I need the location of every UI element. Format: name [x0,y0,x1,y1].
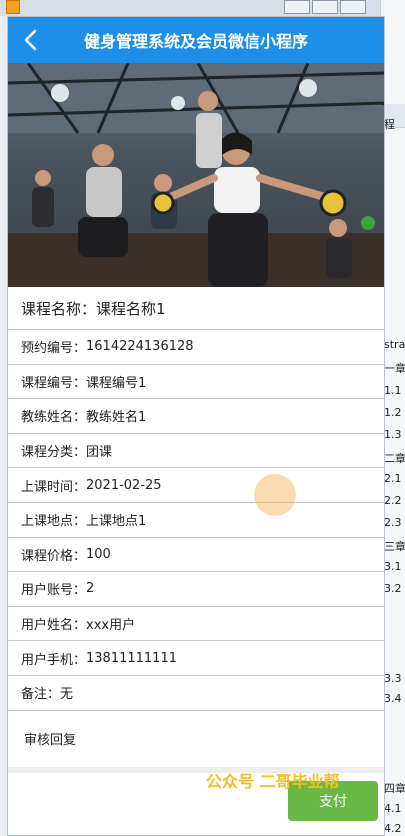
navigation-bar: 健身管理系统及会员微信小程序 [8,17,384,63]
booking-detail-list: 课程名称： 课程名称1 预约编号： 1614224136128 课程编号： 课程… [8,287,384,767]
mini-program-screen: 健身管理系统及会员微信小程序 课程名称： 课程名称1 预约编号： 1614224… [7,16,385,836]
maximize-button[interactable] [312,0,338,14]
close-window-button[interactable] [340,0,366,14]
detail-label: 上课时间： [21,479,87,495]
detail-value: 课程编号1 [86,375,147,391]
detail-row-booking-number: 预约编号： 1614224136128 [8,330,384,365]
detail-label: 教练姓名： [21,410,87,426]
minimize-button[interactable] [284,0,310,14]
detail-label: 课程价格： [21,548,87,564]
desktop-title-strip [0,0,405,16]
gym-photo-illustration [8,63,384,287]
detail-row-class-time: 上课时间： 2021-02-25 [8,468,384,503]
page-title: 健身管理系统及会员微信小程序 [83,32,308,51]
review-reply-label: 审核回复 [24,733,77,749]
detail-label: 上课地点： [21,514,87,530]
review-reply-section: 审核回复 [8,711,384,767]
app-icon [6,0,20,14]
background-text: 四章 [384,782,405,795]
course-name-value: 课程名称1 [96,299,166,318]
detail-label: 用户手机： [21,652,87,668]
touch-indicator [254,474,296,516]
background-text: 二章 [384,452,405,465]
background-text: 3.4 [384,692,402,705]
back-arrow-icon[interactable] [20,27,42,53]
detail-row-user-account: 用户账号： 2 [8,572,384,607]
background-text: 1.3 [384,428,402,441]
background-text: 2.2 [384,494,402,507]
detail-row-course-price: 课程价格： 100 [8,538,384,573]
background-text: 2.1 [384,472,402,485]
detail-label: 备注： [21,687,61,703]
background-text: 4.1 [384,802,402,815]
detail-value: 上课地点1 [86,514,147,530]
background-text: 3.3 [384,672,402,685]
background-text: 4.2 [384,822,402,835]
detail-label: 课程分类： [21,445,87,461]
background-text: 一章 [384,362,405,375]
background-text: 2.3 [384,516,402,529]
background-text: 3.2 [384,582,402,595]
detail-row-remarks: 备注： 无 [8,676,384,711]
background-text: 3.1 [384,560,402,573]
detail-value: 2 [86,581,95,597]
detail-row-coach-name: 教练姓名： 教练姓名1 [8,399,384,434]
detail-row-course-number: 课程编号： 课程编号1 [8,365,384,400]
detail-value: xxx用户 [86,618,136,634]
detail-label: 用户姓名： [21,618,87,634]
detail-row-user-name: 用户姓名： xxx用户 [8,607,384,642]
detail-value: 2021-02-25 [86,477,162,493]
detail-value: 无 [60,687,74,703]
course-cover-image [8,63,384,287]
background-text: 1.1 [384,384,402,397]
detail-value: 1614224136128 [86,339,194,355]
detail-value: 100 [86,546,111,562]
detail-row-course-category: 课程分类： 团课 [8,434,384,469]
detail-value: 13811111111 [86,650,177,666]
background-text: stra [384,338,405,351]
detail-value: 教练姓名1 [86,410,147,426]
detail-row-class-location: 上课地点： 上课地点1 [8,503,384,538]
detail-label: 用户账号： [21,583,87,599]
background-text: 1.2 [384,406,402,419]
detail-label: 课程编号： [21,375,87,391]
detail-label: 预约编号： [21,341,87,357]
course-name-row: 课程名称： 课程名称1 [8,287,384,330]
course-name-label: 课程名称： [21,299,97,318]
background-text: 程 [384,118,395,131]
background-text: 三章 [384,540,405,553]
detail-value: 团课 [86,445,113,461]
watermark-text: 公众号 二哥毕业帮 [206,772,340,791]
detail-row-user-phone: 用户手机： 13811111111 [8,641,384,676]
